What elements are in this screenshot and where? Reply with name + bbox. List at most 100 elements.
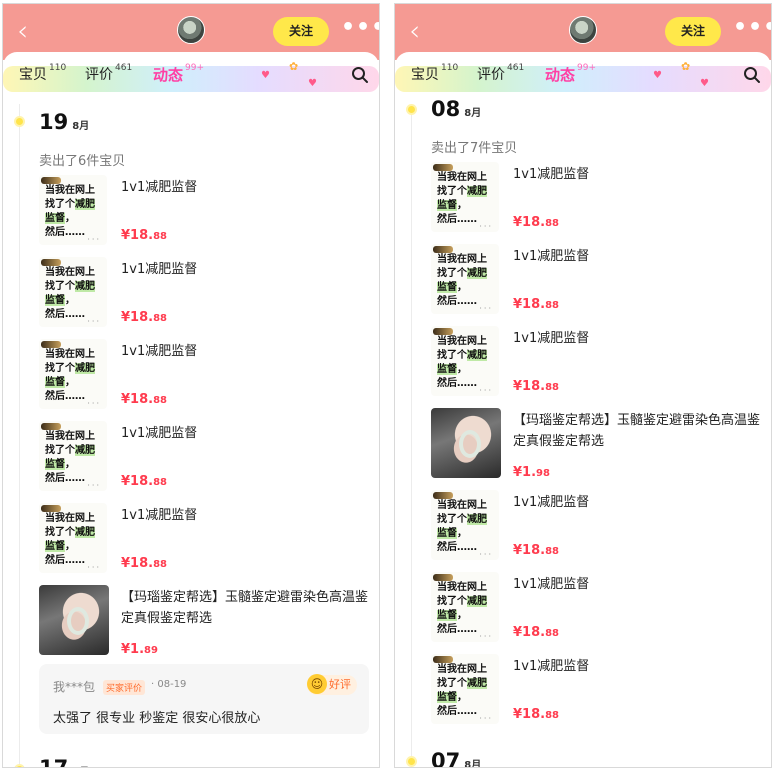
- more-icon[interactable]: •••: [733, 17, 771, 44]
- thumb-text-line: 然后……: [437, 624, 477, 635]
- thumb-text-highlight: 监督: [437, 610, 457, 621]
- review-date: · 08-19: [151, 679, 187, 690]
- back-icon[interactable]: ‹: [409, 17, 433, 46]
- product-thumbnail[interactable]: 当我在网上 找了个减肥 监督， 然后…… ···: [39, 175, 107, 245]
- price-main: ¥18.: [513, 543, 546, 558]
- thumbnail-tag: [41, 341, 61, 348]
- tab-reviews[interactable]: 评价 461: [85, 63, 132, 84]
- thumb-text-line: 找了个减肥: [45, 281, 95, 293]
- heart-decoration-icon: ♥: [700, 78, 709, 89]
- thumbnail-tag: [433, 328, 453, 335]
- thumb-text: ，: [65, 541, 75, 552]
- thumb-dots: ···: [479, 304, 493, 313]
- sold-item[interactable]: 当我在网上 找了个减肥 监督， 然后…… ··· 1v1减肥监督 ¥18.88: [431, 326, 761, 402]
- thumb-text-line: 找了个减肥: [45, 199, 95, 211]
- thumb-text-line: 然后……: [45, 555, 85, 566]
- tab-reviews-label: 评价: [477, 67, 505, 83]
- price-main: ¥1.: [121, 642, 145, 657]
- avatar[interactable]: [569, 16, 597, 44]
- product-thumbnail[interactable]: 当我在网上 找了个减肥 监督， 然后…… ···: [39, 257, 107, 327]
- date-heading: 19 8月: [39, 110, 89, 134]
- tab-moments[interactable]: 动态 99+: [545, 63, 597, 85]
- thumb-text-line: 监督，: [45, 541, 75, 553]
- thumb-text-line: 监督，: [437, 364, 467, 376]
- sold-count-text: 卖出了7件宝贝: [431, 141, 518, 156]
- follow-button[interactable]: 关注: [273, 17, 329, 46]
- follow-button[interactable]: 关注: [665, 17, 721, 46]
- tab-goods[interactable]: 宝贝 110: [19, 63, 67, 84]
- item-price: ¥18.88: [513, 215, 559, 230]
- item-title: 1v1减肥监督: [513, 659, 590, 674]
- item-price: ¥18.88: [121, 556, 167, 571]
- sold-item[interactable]: 当我在网上 找了个减肥 监督， 然后…… ··· 1v1减肥监督 ¥18.88: [431, 654, 761, 730]
- thumb-text-line: 监督，: [437, 692, 467, 704]
- sold-item[interactable]: 当我在网上 找了个减肥 监督， 然后…… ··· 1v1减肥监督 ¥18.88: [431, 572, 761, 648]
- sold-item[interactable]: 当我在网上 找了个减肥 监督， 然后…… ··· 1v1减肥监督 ¥18.88: [431, 490, 761, 566]
- avatar[interactable]: [177, 16, 205, 44]
- jade-bracelet-photo[interactable]: [431, 408, 501, 478]
- thumb-text-line: 监督，: [437, 282, 467, 294]
- price-cents: 88: [153, 313, 167, 324]
- price-cents: 88: [153, 559, 167, 570]
- sold-item[interactable]: 当我在网上 找了个减肥 监督， 然后…… ··· 1v1减肥监督 ¥18.88: [431, 162, 761, 238]
- tab-moments[interactable]: 动态 99+: [153, 63, 204, 85]
- date-month: 8月: [72, 121, 90, 132]
- thumb-text-line: 当我在网上: [45, 267, 95, 278]
- bangle-shape: [459, 430, 481, 458]
- price-cents: 88: [545, 382, 559, 393]
- tab-goods-count: 110: [49, 63, 67, 73]
- more-icon[interactable]: •••: [341, 17, 379, 44]
- product-thumbnail[interactable]: 当我在网上 找了个减肥 监督， 然后…… ···: [431, 162, 499, 232]
- thumb-text-line: 然后……: [45, 227, 85, 238]
- tab-moments-count: 99+: [577, 63, 597, 73]
- jade-bracelet-photo[interactable]: [39, 585, 109, 655]
- timeline-line: [19, 104, 20, 767]
- product-thumbnail[interactable]: 当我在网上 找了个减肥 监督， 然后…… ···: [39, 339, 107, 409]
- product-thumbnail[interactable]: 当我在网上 找了个减肥 监督， 然后…… ···: [431, 326, 499, 396]
- sold-item[interactable]: 当我在网上 找了个减肥 监督， 然后…… ··· 1v1减肥监督 ¥18.88: [39, 339, 369, 415]
- product-thumbnail[interactable]: 当我在网上 找了个减肥 监督， 然后…… ···: [39, 421, 107, 491]
- product-thumbnail[interactable]: 当我在网上 找了个减肥 监督， 然后…… ···: [431, 572, 499, 642]
- thumb-text-highlight: 减肥: [467, 268, 487, 279]
- sold-item[interactable]: 当我在网上 找了个减肥 监督， 然后…… ··· 1v1减肥监督 ¥18.88: [431, 244, 761, 320]
- thumb-text: ，: [65, 213, 75, 224]
- price-main: ¥18.: [513, 707, 546, 722]
- search-icon[interactable]: [743, 66, 761, 84]
- tab-reviews[interactable]: 评价 461: [477, 63, 524, 84]
- thumb-text-line: 找了个减肥: [45, 363, 95, 375]
- thumb-text: ，: [457, 692, 467, 703]
- product-thumbnail[interactable]: 当我在网上 找了个减肥 监督， 然后…… ···: [431, 654, 499, 724]
- sold-item[interactable]: 【玛瑙鉴定帮选】玉髓鉴定避雷染色高温鉴定真假鉴定帮选 ¥1.98: [431, 408, 761, 484]
- flower-decoration-icon: ✿: [289, 60, 299, 73]
- thumb-text-line: 当我在网上: [437, 664, 487, 675]
- product-thumbnail[interactable]: 当我在网上 找了个减肥 监督， 然后…… ···: [431, 490, 499, 560]
- back-icon[interactable]: ‹: [17, 17, 41, 46]
- sold-item[interactable]: 当我在网上 找了个减肥 监督， 然后…… ··· 1v1减肥监督 ¥18.88: [39, 257, 369, 333]
- thumb-text: 找了个: [45, 199, 75, 210]
- tab-goods[interactable]: 宝贝 110: [411, 63, 458, 84]
- thumb-text-line: 找了个减肥: [437, 350, 487, 362]
- price-main: ¥18.: [513, 625, 546, 640]
- sold-item[interactable]: 当我在网上 找了个减肥 监督， 然后…… ··· 1v1减肥监督 ¥18.88: [39, 421, 369, 497]
- thumbnail-tag: [41, 423, 61, 430]
- thumb-text-line: 找了个减肥: [437, 268, 487, 280]
- thumb-text-highlight: 监督: [437, 528, 457, 539]
- sold-item[interactable]: 当我在网上 找了个减肥 监督， 然后…… ··· 1v1减肥监督 ¥18.88: [39, 175, 369, 251]
- item-title: 1v1减肥监督: [513, 249, 590, 264]
- thumb-text-line: 然后……: [45, 309, 85, 320]
- item-price: ¥1.98: [513, 465, 550, 480]
- sold-item[interactable]: 当我在网上 找了个减肥 监督， 然后…… ··· 1v1减肥监督 ¥18.88: [39, 503, 369, 579]
- flower-decoration-icon: ✿: [681, 60, 691, 73]
- timeline-dot: [14, 764, 25, 767]
- thumb-text-highlight: 减肥: [467, 186, 487, 197]
- sold-item[interactable]: 【玛瑙鉴定帮选】玉髓鉴定避雷染色高温鉴定真假鉴定帮选 ¥1.89: [39, 585, 369, 661]
- search-icon[interactable]: [351, 66, 369, 84]
- thumb-text-highlight: 减肥: [467, 596, 487, 607]
- product-thumbnail[interactable]: 当我在网上 找了个减肥 监督， 然后…… ···: [431, 244, 499, 314]
- price-main: ¥18.: [513, 215, 546, 230]
- thumbnail-tag: [433, 574, 453, 581]
- review-card[interactable]: 我***包 买家评价 · 08-19 ☺ 好评 太强了 很专业 秒鉴定 很安心很放…: [39, 664, 369, 734]
- product-thumbnail[interactable]: 当我在网上 找了个减肥 监督， 然后…… ···: [39, 503, 107, 573]
- thumb-text-line: 当我在网上: [437, 582, 487, 593]
- thumb-text-line: 当我在网上: [437, 336, 487, 347]
